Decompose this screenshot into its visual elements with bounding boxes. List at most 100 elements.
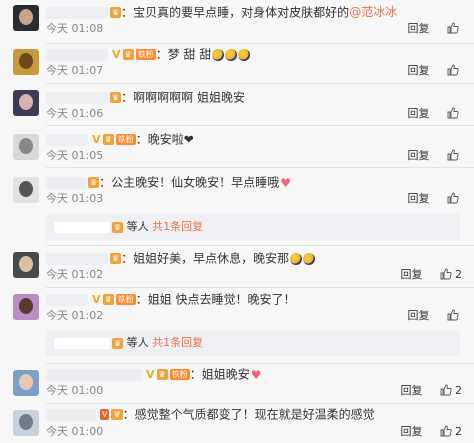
view-replies-link[interactable]: 共1条回复 bbox=[152, 220, 203, 233]
sub-replies[interactable]: ♛ 等人 共1条回复 bbox=[46, 214, 460, 240]
comment-time: 今天 01:00 bbox=[46, 384, 104, 397]
sub-replies[interactable]: ♛ 等人 共1条回复 bbox=[46, 330, 460, 356]
comment-actions: 回复 bbox=[408, 309, 463, 323]
fan-badge-icon: ♛ bbox=[156, 369, 168, 380]
comment-line: V ♛ 铁粉 ：梦 甜 甜 bbox=[46, 45, 251, 63]
like-count: 2 bbox=[455, 268, 462, 281]
tiefen-badge: 铁粉 bbox=[169, 369, 190, 380]
comment-line: ♛ ：姐姐好美，早点休息，晚安那 bbox=[46, 249, 316, 267]
fan-badge-icon: ♛ bbox=[111, 409, 123, 420]
comment-line: V ♛ 铁粉 ：晚安啦❤ bbox=[46, 130, 194, 148]
vip-badge: V bbox=[100, 409, 110, 420]
like-count: 2 bbox=[455, 384, 462, 397]
comment-time: 今天 01:07 bbox=[46, 64, 104, 77]
username-redacted[interactable] bbox=[54, 221, 110, 233]
comment-text: ：晚安啦❤ bbox=[135, 132, 194, 147]
avatar[interactable] bbox=[13, 410, 39, 436]
comment-text: ：姐姐好美，早点休息，晚安那 bbox=[121, 251, 290, 266]
thumbs-up-icon bbox=[447, 64, 459, 76]
avatar[interactable] bbox=[13, 134, 39, 160]
moon-emoji-icon bbox=[238, 48, 251, 61]
fan-badge-icon: ♛ bbox=[110, 92, 122, 103]
username-redacted[interactable] bbox=[54, 337, 110, 349]
fan-badge-icon: ♛ bbox=[110, 253, 122, 264]
username-redacted[interactable] bbox=[46, 91, 108, 104]
comment-time: 今天 01:02 bbox=[46, 309, 104, 322]
comment-actions: 回复 2 bbox=[401, 268, 463, 282]
tiefen-badge: 铁粉 bbox=[115, 294, 136, 305]
reply-button[interactable]: 回复 bbox=[401, 425, 423, 438]
reply-button[interactable]: 回复 bbox=[408, 107, 430, 120]
comment-item: V ♛ ：感觉整个气质都变了！现在就是好温柔的感觉 今天 01:00 回复 2 bbox=[0, 404, 474, 443]
username-redacted[interactable] bbox=[46, 408, 96, 421]
reply-button[interactable]: 回复 bbox=[408, 22, 430, 35]
reply-button[interactable]: 回复 bbox=[401, 268, 423, 281]
moon-emoji-icon bbox=[290, 252, 303, 265]
comment-time: 今天 01:00 bbox=[46, 425, 104, 438]
comment-text: ：姐姐 快点去睡觉！晚安了！ bbox=[135, 292, 296, 307]
comment-item: V ♛ 铁粉 ：姐姐 快点去睡觉！晚安了！ 今天 01:02 回复 ♛ 等人 共1条回… bbox=[0, 288, 474, 364]
sub-replies-suffix: 等人 bbox=[123, 220, 153, 233]
avatar[interactable] bbox=[13, 252, 39, 278]
reply-button[interactable]: 回复 bbox=[408, 149, 430, 162]
reply-button[interactable]: 回复 bbox=[408, 309, 430, 322]
tiefen-badge: 铁粉 bbox=[135, 49, 156, 60]
comment-item: ♛ ：姐姐好美，早点休息，晚安那 今天 01:02 回复 2 bbox=[0, 246, 474, 288]
comment-text: ：公主晚安！仙女晚安！早点睡哦 bbox=[99, 175, 280, 190]
fan-badge-icon: ♛ bbox=[110, 7, 122, 18]
username-redacted[interactable] bbox=[46, 252, 108, 265]
comment-text: ：梦 甜 甜 bbox=[155, 47, 212, 62]
comment-actions: 回复 2 bbox=[401, 425, 463, 439]
comment-item: ♛ ：啊啊啊啊啊 姐姐晚安 今天 01:06 回复 bbox=[0, 84, 474, 126]
fan-badge-icon: ♛ bbox=[102, 294, 114, 305]
thumbs-up-icon bbox=[447, 107, 459, 119]
mention-link[interactable]: @范冰冰 bbox=[349, 5, 397, 19]
comment-list: ♛ ：宝贝真的要早点睡，对身体对皮肤都好的@范冰冰 今天 01:08 回复 V ♛ 铁… bbox=[0, 0, 474, 443]
vip-v-icon: V bbox=[146, 367, 155, 381]
avatar[interactable] bbox=[13, 370, 39, 396]
like-button[interactable] bbox=[447, 192, 462, 205]
like-button[interactable] bbox=[447, 64, 462, 77]
thumbs-up-icon bbox=[447, 309, 459, 321]
like-button[interactable]: 2 bbox=[440, 268, 462, 281]
moon-emoji-icon bbox=[212, 48, 225, 61]
fan-badge-icon: ♛ bbox=[112, 221, 124, 233]
username-redacted[interactable] bbox=[46, 176, 86, 189]
sub-replies-suffix: 等人 bbox=[123, 336, 153, 349]
comment-time: 今天 01:06 bbox=[46, 107, 104, 120]
like-button[interactable]: 2 bbox=[440, 384, 462, 397]
avatar[interactable] bbox=[13, 5, 39, 31]
moon-emoji-icon bbox=[225, 48, 238, 61]
view-replies-link[interactable]: 共1条回复 bbox=[152, 336, 203, 349]
comment-text: ：宝贝真的要早点睡，对身体对皮肤都好的 bbox=[121, 5, 350, 20]
comment-line: V ♛ 铁粉 ：姐姐晚安♥ bbox=[46, 365, 261, 383]
like-button[interactable] bbox=[447, 149, 462, 162]
comment-actions: 回复 bbox=[408, 22, 463, 36]
like-button[interactable] bbox=[447, 22, 462, 35]
avatar[interactable] bbox=[13, 294, 39, 320]
comment-text: ：感觉整个气质都变了！现在就是好温柔的感觉 bbox=[122, 407, 375, 422]
comment-time: 今天 01:05 bbox=[46, 149, 104, 162]
fan-badge-icon: ♛ bbox=[88, 177, 100, 188]
comment-text: ：姐姐晚安 bbox=[189, 367, 250, 382]
username-redacted[interactable] bbox=[46, 48, 108, 61]
avatar[interactable] bbox=[13, 177, 39, 203]
reply-button[interactable]: 回复 bbox=[408, 192, 430, 205]
like-button[interactable] bbox=[447, 107, 462, 120]
comment-actions: 回复 bbox=[408, 192, 463, 206]
like-button[interactable]: 2 bbox=[440, 425, 462, 438]
like-button[interactable] bbox=[447, 309, 462, 322]
tiefen-badge: 铁粉 bbox=[115, 134, 136, 145]
comment-item: V ♛ 铁粉 ：姐姐晚安♥ 今天 01:00 回复 2 bbox=[0, 364, 474, 404]
reply-button[interactable]: 回复 bbox=[401, 384, 423, 397]
thumbs-up-icon bbox=[447, 149, 459, 161]
username-redacted[interactable] bbox=[46, 293, 88, 306]
avatar[interactable] bbox=[13, 90, 39, 116]
username-redacted[interactable] bbox=[46, 133, 88, 146]
reply-button[interactable]: 回复 bbox=[408, 64, 430, 77]
thumbs-up-icon bbox=[447, 22, 459, 34]
comment-item: ♛ ：公主晚安！仙女晚安！早点睡哦♥ 今天 01:03 回复 ♛ 等人 共1条回复 bbox=[0, 168, 474, 246]
avatar[interactable] bbox=[13, 49, 39, 75]
username-redacted[interactable] bbox=[46, 368, 142, 381]
username-redacted[interactable] bbox=[46, 6, 108, 19]
